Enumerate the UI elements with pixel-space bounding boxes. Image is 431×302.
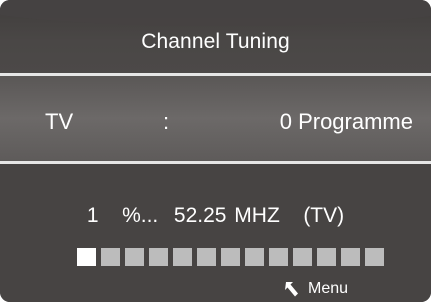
source-separator: :: [163, 109, 170, 134]
progress-segment-empty: [125, 248, 144, 266]
progress-segment-empty: [101, 248, 120, 266]
progress-segment-empty: [365, 248, 384, 266]
frequency-readout: 52.25 MHZ: [173, 204, 280, 227]
menu-hint[interactable]: Menu: [284, 278, 348, 300]
progress-segment-empty: [293, 248, 312, 266]
scan-status-area: [0, 164, 431, 302]
scan-mode: (TV): [303, 204, 345, 227]
progress-segment-empty: [149, 248, 168, 266]
screen: Channel Tuning TV : 0 Programme 1 %... 5…: [0, 0, 431, 302]
return-arrow-icon: [284, 281, 300, 298]
scan-progress-bar: [77, 248, 384, 266]
progress-number: 1: [86, 204, 99, 227]
progress-segment-empty: [269, 248, 288, 266]
source-label: TV: [45, 109, 74, 134]
source-row: TV : 0 Programme: [0, 76, 431, 161]
dialog-title: Channel Tuning: [141, 30, 290, 53]
programme-count: 0 Programme: [279, 109, 413, 134]
progress-segment-empty: [221, 248, 240, 266]
progress-percent-text: %...: [122, 204, 159, 227]
progress-segment-empty: [317, 248, 336, 266]
progress-segment-empty: [173, 248, 192, 266]
progress-segment-filled: [77, 248, 96, 266]
scan-status-line: 1 %... 52.25 MHZ (TV): [0, 204, 431, 228]
progress-segment-empty: [245, 248, 264, 266]
menu-label: Menu: [308, 280, 349, 297]
dialog-header: Channel Tuning: [0, 0, 431, 76]
progress-segment-empty: [341, 248, 360, 266]
progress-segment-empty: [197, 248, 216, 266]
channel-tuning-dialog: Channel Tuning TV : 0 Programme 1 %... 5…: [0, 0, 431, 302]
